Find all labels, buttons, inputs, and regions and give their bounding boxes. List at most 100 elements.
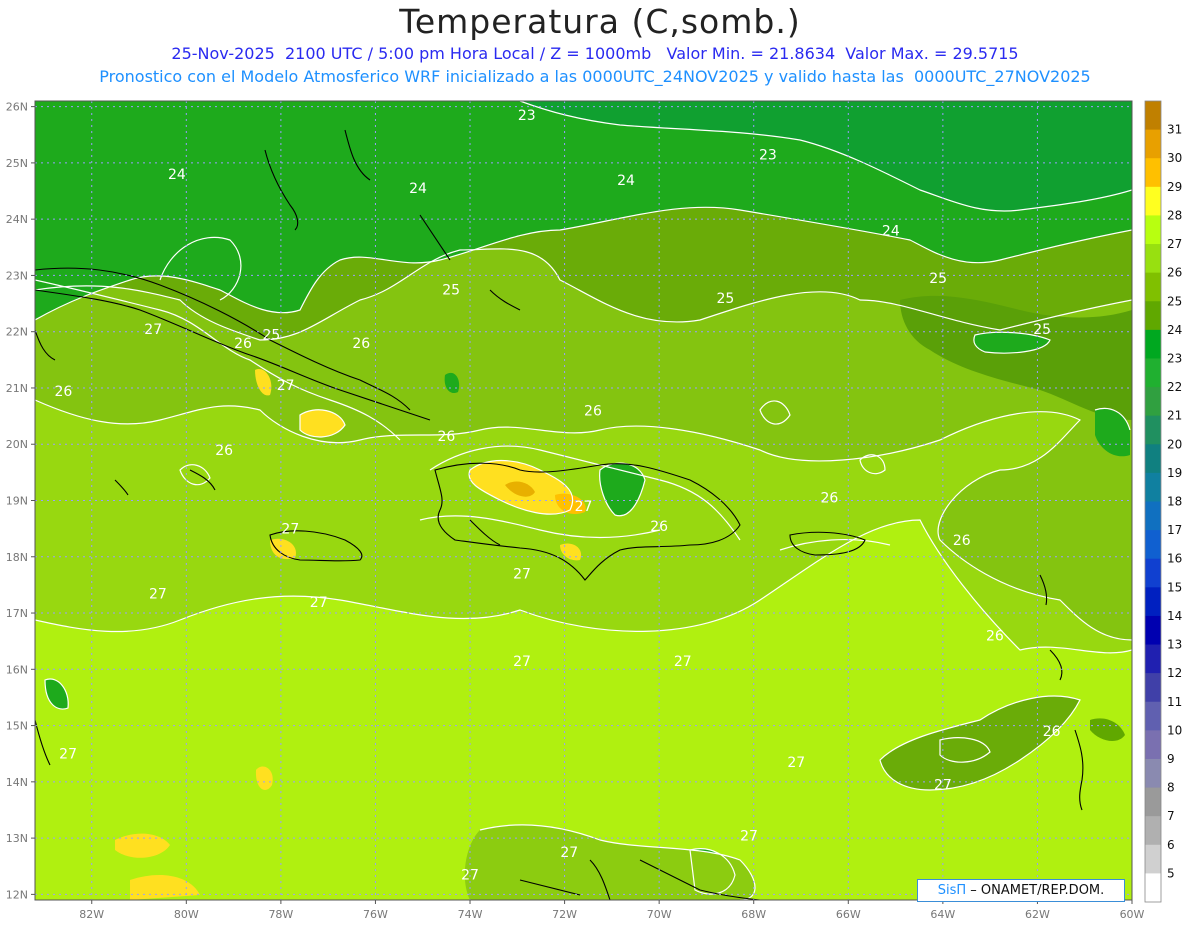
colorbar-label: 31 — [1167, 123, 1182, 137]
colorbar-label: 15 — [1167, 580, 1182, 594]
contour-label: 24 — [168, 167, 186, 183]
lat-tick-label: 25N — [6, 157, 28, 170]
contour-label: 27 — [461, 868, 479, 884]
colorbar-swatch — [1145, 730, 1161, 760]
colorbar-label: 17 — [1167, 523, 1182, 537]
lon-tick-label: 70W — [647, 908, 672, 921]
lon-tick-label: 74W — [458, 908, 483, 921]
lat-tick-label: 21N — [6, 382, 28, 395]
contour-label: 24 — [409, 181, 427, 197]
colorbar-swatch — [1145, 701, 1161, 731]
contour-label: 25 — [442, 282, 460, 298]
lat-tick-label: 14N — [6, 776, 28, 789]
colorbar-swatch — [1145, 387, 1161, 417]
colorbar-swatch — [1145, 272, 1161, 302]
colorbar-swatch — [1145, 758, 1161, 789]
colorbar-swatch — [1145, 215, 1161, 245]
contour-label: 26 — [437, 429, 455, 445]
colorbar-swatch — [1145, 101, 1161, 131]
colorbar-label: 13 — [1167, 638, 1182, 652]
contour-label: 27 — [310, 595, 328, 611]
contour-label: 27 — [149, 586, 167, 602]
colorbar-swatch — [1145, 787, 1161, 817]
lat-tick-label: 23N — [6, 269, 28, 282]
subtitle-date-values: 25-Nov-2025 2100 UTC / 5:00 pm Hora Loca… — [171, 44, 1019, 63]
lon-tick-label: 72W — [552, 908, 577, 921]
colorbar-label: 28 — [1167, 208, 1182, 222]
longitude-axis: 82W 80W 78W 76W 74W 72W 70W 68W 66W 64W 62W 60W — [79, 900, 1145, 921]
credit-text: – ONAMET/REP.DOM. — [966, 883, 1105, 898]
contour-label: 26 — [953, 533, 971, 549]
colorbar-swatch — [1145, 358, 1161, 388]
contour-label: 27 — [144, 322, 162, 338]
colorbar-swatch — [1145, 472, 1161, 502]
contour-label: 26 — [215, 443, 233, 459]
colorbar-label: 7 — [1167, 809, 1175, 823]
contour-label: 26 — [650, 519, 668, 535]
colorbar-swatch — [1145, 129, 1161, 159]
contour-label: 27 — [934, 778, 952, 794]
contour-label: 25 — [929, 271, 947, 287]
contour-label: 23 — [518, 108, 536, 124]
lat-tick-label: 17N — [6, 607, 28, 620]
colorbar-swatch — [1145, 673, 1161, 703]
colorbar-label: 30 — [1167, 151, 1182, 165]
contour-label: 25 — [263, 328, 281, 344]
colorbar-swatch — [1145, 530, 1161, 560]
lat-tick-label: 24N — [6, 213, 28, 226]
colorbar-label: 14 — [1167, 609, 1182, 623]
colorbar-swatch — [1145, 244, 1161, 274]
colorbar-label: 12 — [1167, 666, 1182, 680]
colorbar-label: 23 — [1167, 351, 1182, 365]
colorbar-label: 26 — [1167, 266, 1182, 280]
contour-label: 27 — [513, 654, 531, 670]
contour-label: 27 — [277, 378, 295, 394]
lon-tick-label: 60W — [1120, 908, 1145, 921]
contour-label: 26 — [820, 491, 838, 507]
colorbar-label: 29 — [1167, 180, 1182, 194]
lon-tick-label: 80W — [174, 908, 199, 921]
temperature-map: 23 23 24 24 24 24 25 25 25 25 25 26 26 26 26 26 26 26 26 26… — [6, 100, 1182, 921]
lat-tick-label: 16N — [6, 663, 28, 676]
lat-tick-label: 22N — [6, 326, 28, 339]
colorbar-swatch — [1145, 501, 1161, 531]
contour-label: 27 — [787, 755, 805, 771]
colorbar-swatch — [1145, 816, 1161, 846]
colorbar-label: 20 — [1167, 437, 1182, 451]
contour-label: 26 — [234, 336, 252, 352]
colorbar-label: 18 — [1167, 495, 1182, 509]
lat-tick-label: 18N — [6, 551, 28, 564]
colorbar-swatch — [1145, 587, 1161, 617]
colorbar-label: 10 — [1167, 723, 1182, 737]
contour-label: 23 — [759, 147, 777, 163]
contour-label: 25 — [716, 291, 734, 307]
contour-label: 26 — [352, 336, 370, 352]
colorbar-swatch — [1145, 644, 1161, 674]
colorbar-label: 11 — [1167, 695, 1182, 709]
contour-label: 26 — [584, 403, 602, 419]
contour-label: 27 — [281, 522, 299, 538]
contour-label: 25 — [1033, 322, 1051, 338]
colorbar-label: 5 — [1167, 866, 1175, 880]
colorbar-label: 8 — [1167, 781, 1175, 795]
contour-label: 26 — [1043, 724, 1061, 740]
lon-tick-label: 66W — [836, 908, 861, 921]
contour-label: 27 — [575, 499, 593, 515]
contour-label: 26 — [986, 629, 1004, 645]
colorbar-swatch — [1145, 873, 1161, 903]
colorbar-swatch — [1145, 158, 1161, 188]
colorbar: 31 30 29 28 27 26 25 24 23 22 21 20 19 18 17 16 15 14 13 12… — [1144, 100, 1182, 903]
colorbar-swatch — [1145, 329, 1161, 359]
colorbar-swatch — [1145, 558, 1161, 588]
lon-tick-label: 68W — [741, 908, 766, 921]
colorbar-label: 21 — [1167, 409, 1182, 423]
colorbar-label: 25 — [1167, 294, 1182, 308]
lon-tick-label: 78W — [268, 908, 293, 921]
contour-label: 24 — [617, 173, 635, 189]
latitude-axis: 26N 25N 24N 23N 22N 21N 20N 19N 18N 17N 16N 15N 14N 1… — [6, 101, 35, 901]
colorbar-label: 24 — [1167, 323, 1182, 337]
lon-tick-label: 82W — [79, 908, 104, 921]
colorbar-label: 9 — [1167, 752, 1175, 766]
colorbar-label: 16 — [1167, 552, 1182, 566]
colorbar-swatch — [1145, 615, 1161, 646]
